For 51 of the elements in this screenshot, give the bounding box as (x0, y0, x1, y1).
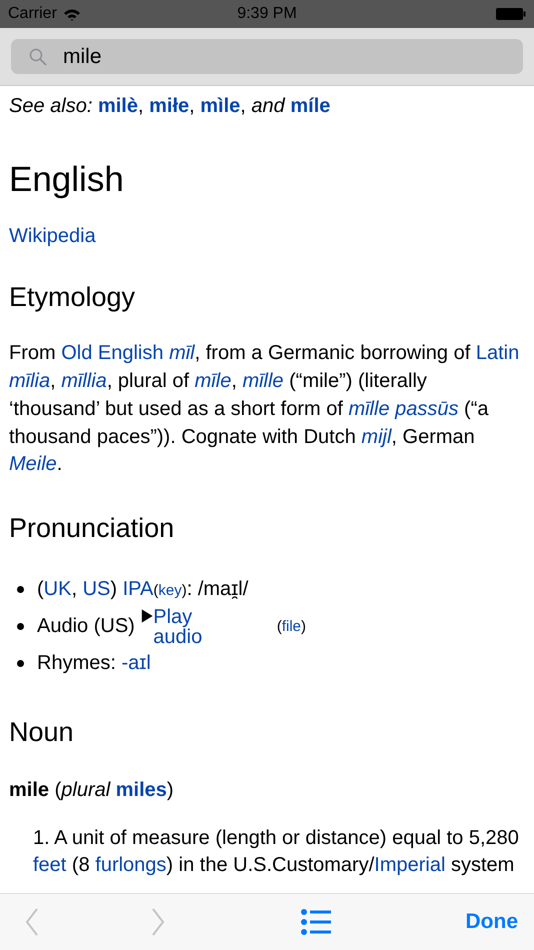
headword-line: mile (plural miles) (9, 778, 175, 803)
clock: 9:39 PM (237, 5, 297, 23)
file-link[interactable]: file (282, 618, 301, 636)
link[interactable]: Imperial (374, 854, 446, 876)
bullet-icon (17, 623, 24, 630)
link[interactable]: mìle (200, 95, 240, 117)
definition: 1. A unit of measure (length or distance) equal to 5,280 feet (8 furlongs) in the U.S.Customary/Imperial system (33, 826, 520, 878)
battery-icon (496, 8, 526, 20)
link[interactable]: mīlle passūs (348, 398, 458, 420)
language-heading: English (9, 160, 125, 200)
bullet-icon (17, 586, 24, 594)
section-heading: Noun (9, 716, 75, 749)
link[interactable]: milè (98, 95, 138, 117)
search-icon (29, 48, 47, 66)
section-heading: Pronunciation (9, 512, 176, 545)
pronunciation-line: Rhymes: -aɪl (37, 651, 151, 676)
link[interactable]: miles (116, 778, 167, 801)
link[interactable]: furlongs (95, 854, 166, 876)
link[interactable]: Latin (476, 342, 520, 364)
play-audio-link[interactable]: Play audio (153, 606, 231, 647)
link[interactable]: mīlia (9, 370, 50, 392)
link[interactable]: Old English (61, 342, 164, 364)
link[interactable]: míle (290, 95, 330, 117)
link[interactable]: mīllia (61, 370, 107, 392)
link[interactable]: mīle (194, 370, 232, 392)
link[interactable]: IPA (122, 578, 154, 600)
section-heading: Etymology (9, 281, 136, 314)
audio-label: Audio (US) (37, 614, 135, 640)
link[interactable]: miłe (149, 95, 190, 117)
link[interactable]: feet (33, 854, 66, 876)
pronunciation-line: (UK, US) IPA(key): /maɪ̯l/ (37, 576, 248, 602)
play-icon[interactable] (140, 606, 154, 625)
link[interactable]: mīl (169, 342, 195, 364)
done-button[interactable]: Done (466, 910, 518, 934)
link[interactable]: -aɪl (121, 652, 151, 674)
link[interactable]: US (82, 578, 110, 600)
link[interactable]: mīlle (242, 370, 284, 392)
list-button[interactable] (300, 909, 331, 935)
etymology-paragraph: From Old English mīl, from a Germanic borrowing of Latin mīlia, mīllia, plural of mīle, mīlle (“mile”) (literally ‘thousand’ but used as a short form of mīlle passūs (“a thousand paces”)). Cognate with Dutch mijl, German Meile. (9, 341, 520, 478)
link[interactable]: UK (44, 578, 72, 600)
search-field[interactable]: mile (11, 39, 523, 74)
sense-number: 1. (33, 826, 50, 849)
wikipedia-link[interactable]: Wikipedia (9, 222, 96, 250)
link[interactable]: key (158, 582, 182, 599)
wifi-icon (62, 8, 81, 20)
bullet-icon (17, 660, 24, 668)
see-also-line: See also: milè, miłe, mìle, and míle (9, 94, 332, 119)
link[interactable]: mijl (361, 426, 392, 448)
file-note: (file) (276, 617, 306, 638)
link[interactable]: Meile (9, 453, 57, 476)
carrier-label: Carrier (8, 5, 57, 23)
